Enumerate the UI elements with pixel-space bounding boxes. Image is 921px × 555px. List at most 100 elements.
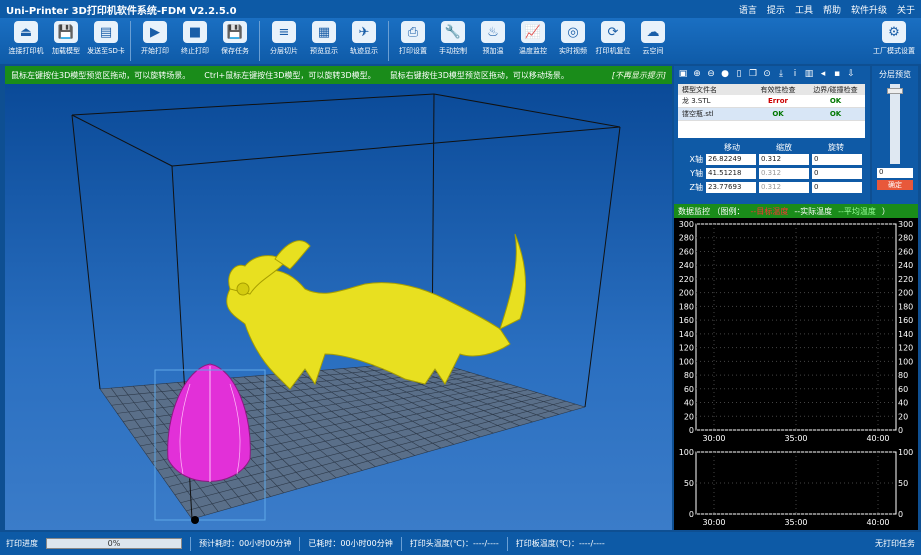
toolbar-button[interactable]: ✈ 轨迹显示 [344, 18, 384, 56]
transform-controls: 移动 缩放 旋转 X轴 26.82249 0.312 0 Y轴 41.51218… [674, 142, 870, 194]
preview-icon: ▦ [312, 21, 336, 43]
move-y-input[interactable]: 41.51218 [706, 168, 756, 179]
hide-hint-link[interactable]: [不再显示提示] [612, 70, 666, 81]
fan-chart: 100 100 50 50 0 0 30:00 35:00 40:00 [674, 446, 918, 530]
y-tick-label: 200 [679, 289, 694, 298]
toolbar-button[interactable]: ≡ 分层切片 [264, 18, 304, 56]
model-panel: ▣ ⊕ ⊖ ● ▯ ❐ ⊙ ⤓ ⅰ ▥ ◂ ▪ ⇩ 模型文件名 有效性检查 边界/碰撞检查 龙 3.ST… [674, 66, 870, 204]
valid-status: OK [772, 110, 784, 118]
flag-icon[interactable]: ▪ [832, 69, 842, 79]
mirror-icon[interactable]: ◂ [818, 69, 828, 79]
add-icon[interactable]: ⊕ [692, 69, 702, 79]
box-edge [584, 126, 621, 408]
slider-thumb[interactable] [887, 88, 903, 94]
move-x-input[interactable]: 26.82249 [706, 154, 756, 165]
bound-status: OK [829, 97, 842, 105]
table-row[interactable]: 镂空瓶.stl OK OK [678, 108, 865, 121]
y-tick-label: 60 [898, 385, 908, 394]
layer-slider[interactable] [887, 84, 903, 164]
toolbar-separator [388, 21, 389, 61]
box-edge [433, 93, 621, 128]
toolbar-button[interactable]: ☁ 云空间 [633, 18, 673, 56]
legend-actual: --实际温度 [794, 206, 833, 216]
toolbar-button[interactable]: 💾 保存任务 [215, 18, 255, 56]
delete-icon[interactable]: ● [720, 69, 730, 79]
menu-item[interactable]: 工具 [795, 3, 813, 16]
copy-icon[interactable]: ❐ [748, 69, 758, 79]
y-tick-label: 120 [898, 344, 913, 353]
toolbar-button[interactable]: ⟳ 打印机复位 [593, 18, 633, 56]
monitor-title: 数据监控 （图例： [678, 206, 745, 216]
y-tick-label: 200 [898, 289, 913, 298]
trash-icon[interactable]: ▥ [804, 69, 814, 79]
rotate-z-input[interactable]: 0 [812, 182, 862, 193]
toolbar-button[interactable]: ♨ 预加温 [473, 18, 513, 56]
y-tick-label: 100 [679, 448, 694, 457]
toolbar-button[interactable]: ⎙ 打印设置 [393, 18, 433, 56]
layer-preview-title: 分层预览 [879, 70, 911, 79]
y-tick-label: 100 [679, 357, 694, 366]
download-icon[interactable]: ⤓ [776, 69, 786, 79]
toolbar-button[interactable]: 💾 加载模型 [46, 18, 86, 56]
toolbar-button[interactable]: ◎ 实时视频 [553, 18, 593, 56]
toolbar-button[interactable]: ■ 终止打印 [175, 18, 215, 56]
status-bar: 打印进度 0% 预计耗时：00小时00分钟 已耗时：00小时00分钟 打印头温度… [0, 532, 921, 555]
origin-marker [191, 516, 199, 524]
scale-x-input[interactable]: 0.312 [759, 154, 809, 165]
move-header: 移动 [724, 143, 740, 152]
rotate-y-input[interactable]: 0 [812, 168, 862, 179]
toolbar-button[interactable]: ▶ 开始打印 [135, 18, 175, 56]
x-tick-label: 35:00 [784, 434, 807, 443]
transform-row-x: X轴 26.82249 0.312 0 [678, 153, 870, 166]
toolbar-button-label: 连接打印机 [8, 47, 44, 55]
transform-row-z: Z轴 23.77693 0.312 0 [678, 181, 870, 194]
center-icon[interactable]: ⊙ [762, 69, 772, 79]
toolbar-button-label: 分层切片 [270, 47, 298, 55]
file-name: 镂空瓶.stl [682, 110, 714, 118]
box-edge [71, 114, 173, 167]
y-tick-label: 260 [679, 247, 694, 256]
toolbar-button-label: 加载模型 [52, 47, 80, 55]
3d-viewport[interactable] [5, 84, 672, 530]
menu-item[interactable]: 提示 [767, 3, 785, 16]
file-icon[interactable]: ▯ [734, 69, 744, 79]
toolbar-button[interactable]: ▤ 发送至SD卡 [86, 18, 126, 56]
y-tick-label: 300 [898, 220, 913, 229]
y-tick-label: 0 [689, 426, 694, 435]
stop-icon: ■ [183, 21, 207, 43]
elapsed-time: 已耗时：00小时00分钟 [308, 539, 393, 548]
rotate-header: 旋转 [828, 143, 844, 152]
toolbar-button[interactable]: 🔧 手动控制 [433, 18, 473, 56]
y-tick-label: 260 [898, 247, 913, 256]
menu-item[interactable]: 关于 [897, 3, 915, 16]
valid-status: Error [768, 97, 788, 105]
chart-frame [695, 223, 897, 431]
x-tick-label: 30:00 [702, 518, 725, 527]
scale-y-input[interactable]: 0.312 [759, 168, 809, 179]
toolbar-button[interactable]: ▦ 预览显示 [304, 18, 344, 56]
y-tick-label: 40 [898, 399, 908, 408]
menu-item[interactable]: 语言 [739, 3, 757, 16]
export-icon[interactable]: ⇩ [846, 69, 856, 79]
toolbar-button-label: 发送至SD卡 [87, 47, 125, 55]
toolbar-button[interactable]: ⏏ 连接打印机 [6, 18, 46, 56]
chart-icon: 📈 [521, 21, 545, 43]
menu-item[interactable]: 帮助 [823, 3, 841, 16]
info-icon[interactable]: ⅰ [790, 69, 800, 79]
table-row[interactable]: 龙 3.STL Error OK [678, 95, 865, 108]
x-tick-label: 40:00 [866, 434, 889, 443]
save-icon[interactable]: ▣ [678, 69, 688, 79]
y-tick-label: 50 [684, 479, 694, 488]
factory-settings-button[interactable]: ⚙ 工厂模式设置 [873, 21, 915, 56]
scale-z-input[interactable]: 0.312 [759, 182, 809, 193]
layer-value-input[interactable]: 0 [877, 168, 913, 178]
toolbar-button[interactable]: 📈 温度监控 [513, 18, 553, 56]
progress-label: 打印进度 [6, 539, 38, 548]
rotate-x-input[interactable]: 0 [812, 154, 862, 165]
remove-icon[interactable]: ⊖ [706, 69, 716, 79]
y-tick-label: 20 [684, 412, 694, 421]
confirm-button[interactable]: 确定 [877, 180, 913, 190]
move-z-input[interactable]: 23.77693 [706, 182, 756, 193]
menu-item[interactable]: 软件升级 [851, 3, 887, 16]
toolbar-separator [130, 21, 131, 61]
